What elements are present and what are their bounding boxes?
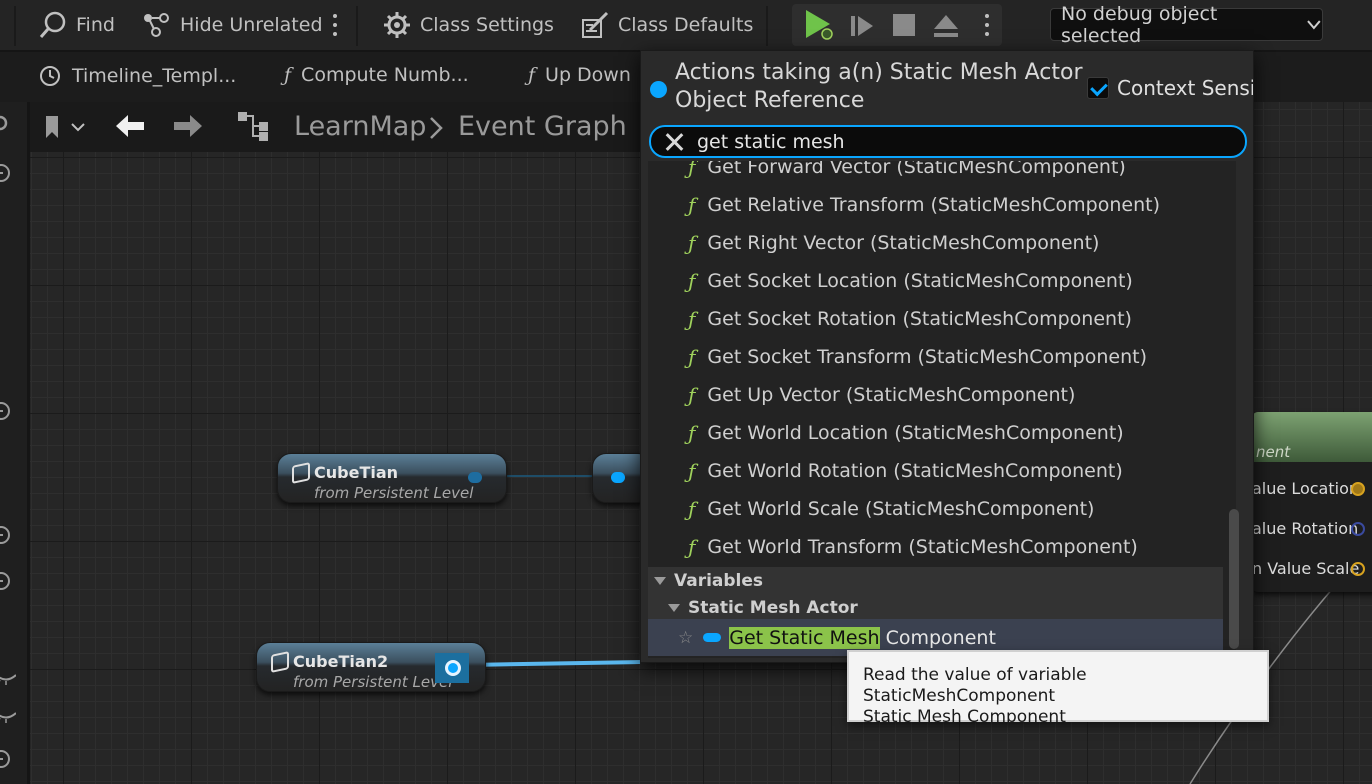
chevron-right-icon	[430, 117, 443, 139]
action-result-item[interactable]: ƒ Get World Rotation (StaticMeshComponent…	[648, 452, 1236, 490]
output-pin[interactable]	[468, 472, 482, 483]
category-label: Static Mesh Actor	[688, 597, 858, 618]
node-header-subtitle: nent	[1256, 443, 1291, 461]
popup-title: Actions taking a(n) Static Mesh Actor Ob…	[675, 60, 1083, 113]
action-result-label: Get Socket Location (StaticMeshComponent…	[707, 270, 1133, 292]
action-results-list[interactable]: ƒ Get Forward Vector (StaticMeshComponent…	[648, 161, 1236, 658]
search-input[interactable]	[697, 130, 1237, 154]
node-header: nent	[1252, 412, 1372, 462]
node-subtitle: from Persistent Level	[293, 673, 453, 691]
function-icon: ƒ	[688, 307, 696, 331]
expand-triangle-icon	[668, 603, 680, 612]
output-pin[interactable]	[1351, 562, 1365, 576]
context-sensitive-label: Context Sensitiv	[1117, 76, 1253, 100]
transform-node[interactable]: nent alue Location alue Rotation n Value…	[1252, 412, 1372, 592]
action-result-label: Get World Transform (StaticMeshComponent…	[707, 536, 1138, 558]
breadcrumb-graph: Event Graph	[458, 111, 627, 142]
function-icon: ƒ	[688, 161, 696, 179]
back-arrow-icon[interactable]	[114, 112, 146, 140]
graph-header: LearnMap Event Graph	[30, 102, 640, 152]
action-result-label: Get Socket Rotation (StaticMeshComponent…	[707, 308, 1132, 330]
search-field[interactable]	[649, 125, 1247, 158]
action-result-label: Get World Location (StaticMeshComponent)	[707, 422, 1124, 444]
function-icon: ƒ	[688, 269, 696, 293]
function-icon: ƒ	[688, 383, 696, 407]
expand-triangle-icon	[654, 576, 666, 585]
bookmark-icon[interactable]	[40, 114, 86, 140]
pin-label: alue Rotation	[1252, 519, 1359, 538]
output-pin[interactable]	[1351, 482, 1365, 496]
cube-icon	[292, 462, 310, 484]
star-icon[interactable]: ☆	[678, 628, 693, 648]
actor-reference-node[interactable]: CubeTian from Persistent Level	[277, 453, 507, 503]
function-icon: ƒ	[688, 231, 696, 255]
action-label-rest: Component	[879, 626, 996, 649]
pin-label: alue Location	[1252, 479, 1359, 498]
tooltip-line: Static Mesh Component	[863, 707, 1066, 727]
action-result-item[interactable]: ƒ Get Up Vector (StaticMeshComponent)	[648, 376, 1236, 414]
node-subtitle: from Persistent Level	[314, 484, 474, 502]
action-result-item[interactable]: ƒ Get World Location (StaticMeshComponent…	[648, 414, 1236, 452]
output-pin[interactable]	[445, 660, 461, 676]
function-icon: ƒ	[688, 535, 696, 559]
forward-arrow-icon[interactable]	[172, 112, 204, 140]
node-title: CubeTian	[314, 463, 399, 482]
input-pin[interactable]	[611, 472, 625, 483]
output-pin[interactable]	[1351, 522, 1365, 536]
action-result-label: Get Relative Transform (StaticMeshCompon…	[707, 194, 1161, 216]
variable-icon	[703, 633, 722, 642]
tooltip-line: Read the value of variable StaticMeshCom…	[863, 665, 1087, 706]
category-label: Variables	[674, 570, 764, 591]
action-result-item[interactable]: ƒ Get Socket Rotation (StaticMeshComponen…	[648, 300, 1236, 338]
pin-label: n Value Scale	[1252, 559, 1360, 578]
actor-reference-node[interactable]: CubeTian2 from Persistent Level	[256, 642, 486, 692]
blueprint-editor: Find Hide Unrelated Class Settings Class…	[0, 0, 1372, 784]
action-result-item[interactable]: ƒ Get Forward Vector (StaticMeshComponent…	[648, 161, 1236, 186]
action-result-item[interactable]: ƒ Get Right Vector (StaticMeshComponent)	[648, 224, 1236, 262]
action-result-label: Get Socket Transform (StaticMeshComponen…	[707, 346, 1147, 368]
breadcrumb-map[interactable]: LearnMap	[294, 111, 426, 142]
search-match-highlight: Get Static Mesh	[729, 626, 880, 649]
action-result-item[interactable]: ƒ Get Relative Transform (StaticMeshCompo…	[648, 186, 1236, 224]
action-result-label: Get World Rotation (StaticMeshComponent)	[707, 460, 1123, 482]
function-icon: ƒ	[688, 497, 696, 521]
action-tooltip: Read the value of variable StaticMeshCom…	[847, 650, 1269, 727]
action-result-label: Get World Scale (StaticMeshComponent)	[707, 498, 1095, 520]
action-result-item[interactable]: ƒ Get Socket Transform (StaticMeshCompone…	[648, 338, 1236, 376]
category-static-mesh-actor[interactable]: Static Mesh Actor	[648, 594, 1223, 621]
function-icon: ƒ	[688, 459, 696, 483]
action-result-item[interactable]: ƒ Get Socket Location (StaticMeshComponen…	[648, 262, 1236, 300]
function-icon: ƒ	[688, 345, 696, 369]
category-variables[interactable]: Variables	[648, 567, 1223, 594]
action-menu-popup: Actions taking a(n) Static Mesh Actor Ob…	[640, 50, 1254, 663]
function-icon: ƒ	[688, 193, 696, 217]
object-reference-icon	[650, 81, 667, 98]
action-result-label: Get Right Vector (StaticMeshComponent)	[707, 232, 1100, 254]
node-title: CubeTian2	[293, 652, 389, 671]
cube-icon	[271, 651, 289, 673]
clear-search-icon[interactable]	[663, 131, 685, 153]
context-sensitive-toggle[interactable]: Context Sensitiv	[1087, 76, 1253, 100]
results-scrollbar[interactable]	[1229, 509, 1239, 649]
action-result-item[interactable]: ƒ Get World Scale (StaticMeshComponent)	[648, 490, 1236, 528]
action-result-label: Get Up Vector (StaticMeshComponent)	[707, 384, 1076, 406]
hierarchy-icon[interactable]	[236, 110, 270, 142]
function-icon: ƒ	[688, 421, 696, 445]
action-result-label: Get Forward Vector (StaticMeshComponent)	[707, 161, 1126, 178]
action-result-item[interactable]: ƒ Get World Transform (StaticMeshComponen…	[648, 528, 1236, 566]
context-sensitive-checkbox[interactable]	[1087, 77, 1109, 99]
